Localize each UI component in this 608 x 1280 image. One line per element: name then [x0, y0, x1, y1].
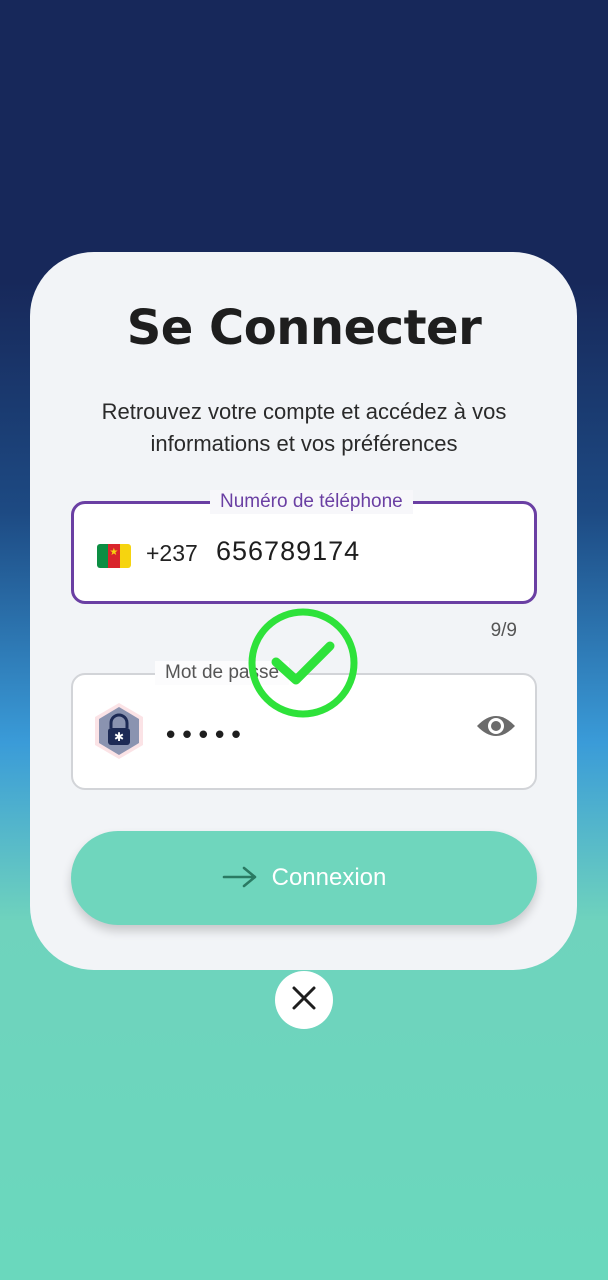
phone-field[interactable]: Numéro de téléphone +237 656789174 — [71, 490, 537, 604]
svg-text:✱: ✱ — [114, 730, 124, 744]
check-circle-icon — [246, 606, 360, 720]
page-subtitle: Retrouvez votre compte et accédez à vos … — [60, 396, 548, 460]
page-title: Se Connecter — [126, 300, 482, 356]
connexion-button[interactable]: Connexion — [71, 831, 537, 925]
close-icon — [290, 984, 318, 1016]
phone-field-label: Numéro de téléphone — [210, 490, 413, 514]
eye-icon[interactable] — [475, 711, 517, 741]
cameroon-flag-icon[interactable] — [97, 544, 131, 568]
arrow-right-icon — [222, 865, 258, 892]
subtitle-line-1: Retrouvez votre compte et accédez à vos — [101, 399, 507, 424]
close-button[interactable] — [275, 971, 333, 1029]
dial-code: +237 — [146, 540, 198, 566]
subtitle-line-2: informations et vos préférences — [150, 431, 458, 456]
lock-icon: ✱ — [89, 701, 149, 761]
connexion-button-label: Connexion — [271, 864, 387, 891]
phone-char-counter: 9/9 — [490, 620, 517, 641]
phone-input[interactable]: 656789174 — [216, 536, 360, 567]
password-input[interactable]: ••••• — [163, 721, 245, 751]
